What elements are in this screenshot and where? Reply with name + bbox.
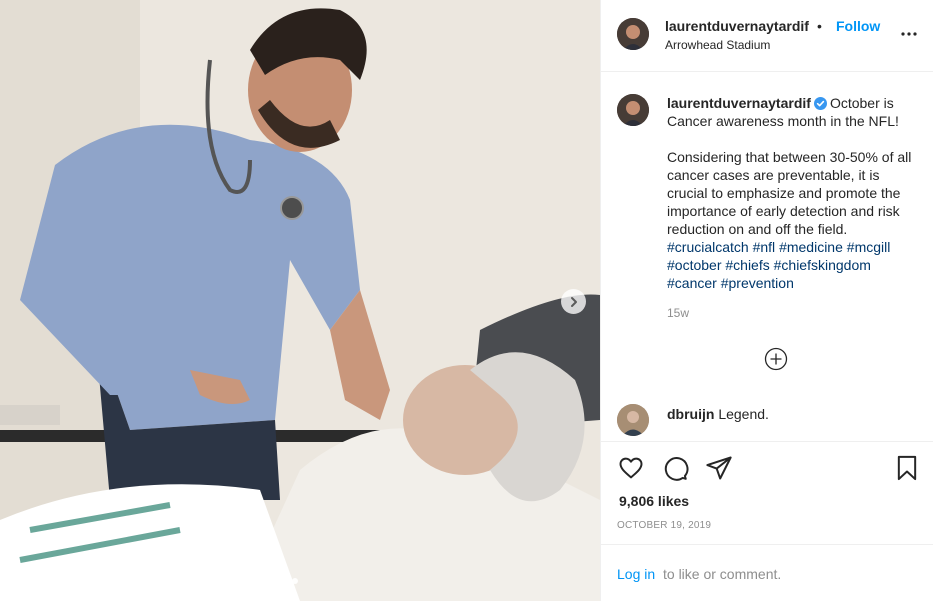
post-date[interactable]: October 19, 2019 xyxy=(617,520,711,531)
post-photo-image xyxy=(0,0,600,601)
hashtag-link[interactable]: #crucialcatch xyxy=(667,239,749,255)
more-options-button[interactable] xyxy=(899,24,919,44)
share-button[interactable] xyxy=(705,454,733,482)
author-avatar[interactable] xyxy=(617,18,649,50)
post-location[interactable]: Arrowhead Stadium xyxy=(665,38,770,52)
verified-badge-icon xyxy=(813,97,827,110)
carousel-next-button[interactable] xyxy=(561,289,586,314)
login-prompt: Log in to like or comment. xyxy=(601,544,933,601)
chevron-right-icon xyxy=(570,296,577,307)
post-header: laurentduvernaytardif • Follow Arrowhead… xyxy=(601,0,933,72)
hashtag-link[interactable]: #chiefs xyxy=(725,257,769,273)
likes-count[interactable]: 9,806 likes xyxy=(619,493,689,509)
comment-text: dbruijn Legend. xyxy=(667,406,769,422)
hashtag-link[interactable]: #medicine xyxy=(779,239,843,255)
bookmark-icon xyxy=(897,455,917,481)
hashtag-link[interactable]: #cancer xyxy=(667,275,717,291)
caption-author-avatar[interactable] xyxy=(617,94,649,126)
caption-paragraph: Considering that between 30-50% of all c… xyxy=(667,148,919,292)
caption-age[interactable]: 15w xyxy=(667,306,689,320)
hashtag-link[interactable]: #prevention xyxy=(721,275,794,291)
header-separator: • xyxy=(817,18,822,34)
login-prompt-text: to like or comment. xyxy=(663,566,782,582)
avatar-image xyxy=(617,94,649,126)
save-button[interactable] xyxy=(893,454,921,482)
author-username[interactable]: laurentduvernaytardif xyxy=(665,18,809,34)
hashtag-link[interactable]: #mcgill xyxy=(847,239,891,255)
comment-icon xyxy=(664,457,689,481)
post-caption: laurentduvernaytardif October is Cancer … xyxy=(601,72,933,442)
follow-button[interactable]: Follow xyxy=(836,18,880,34)
hashtag-link[interactable]: #october xyxy=(667,257,721,273)
more-options-icon xyxy=(901,32,917,36)
paper-plane-icon xyxy=(706,456,732,480)
caption-body: laurentduvernaytardif October is Cancer … xyxy=(667,94,919,292)
avatar-image xyxy=(617,18,649,50)
comment-button[interactable] xyxy=(661,454,689,482)
post-actions xyxy=(601,442,933,492)
login-link[interactable]: Log in xyxy=(617,566,655,582)
hashtag-link[interactable]: #nfl xyxy=(753,239,776,255)
post-side-panel: laurentduvernaytardif • Follow Arrowhead… xyxy=(600,0,933,601)
post-photo[interactable] xyxy=(0,0,600,601)
comment-body: Legend. xyxy=(718,406,769,422)
commenter-username[interactable]: dbruijn xyxy=(667,406,714,422)
commenter-avatar[interactable] xyxy=(617,404,649,436)
load-more-comments-button[interactable] xyxy=(763,347,789,373)
plus-circle-icon xyxy=(764,347,788,371)
carousel-indicator-dot xyxy=(292,578,298,584)
hashtag-link[interactable]: #chiefskingdom xyxy=(774,257,871,273)
like-button[interactable] xyxy=(617,454,645,482)
heart-icon xyxy=(619,457,643,479)
caption-line-2: Considering that between 30-50% of all c… xyxy=(667,149,912,237)
avatar-image xyxy=(617,404,649,436)
caption-username[interactable]: laurentduvernaytardif xyxy=(667,95,811,111)
